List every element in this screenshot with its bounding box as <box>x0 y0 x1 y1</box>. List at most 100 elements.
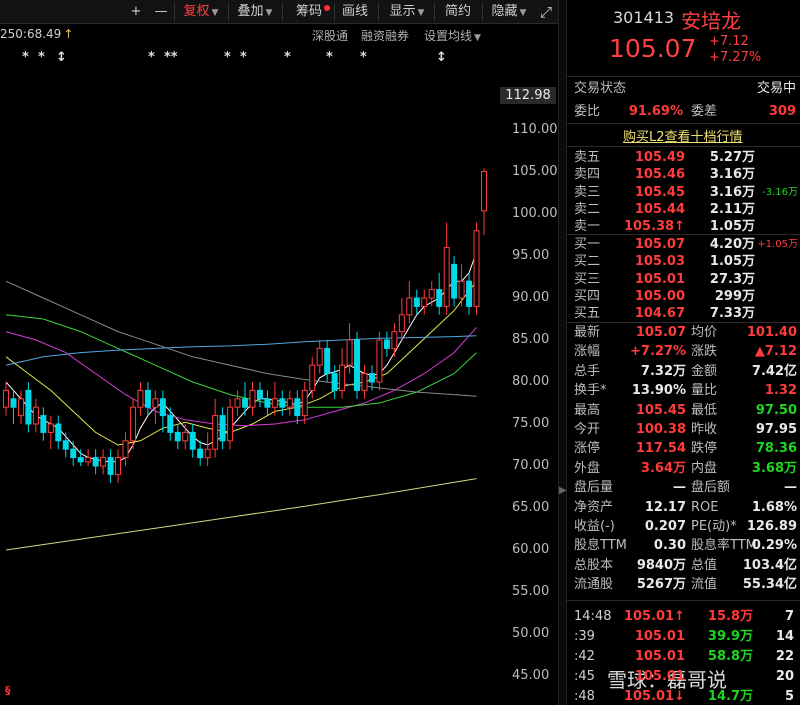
candle[interactable] <box>85 449 92 466</box>
candle[interactable] <box>249 382 256 416</box>
candle[interactable] <box>451 256 458 307</box>
candle[interactable] <box>219 407 226 450</box>
candle[interactable] <box>25 382 32 433</box>
candle[interactable] <box>301 382 308 424</box>
event-marker[interactable]: * <box>22 50 29 65</box>
candle[interactable] <box>122 432 129 466</box>
event-marker[interactable]: * <box>326 50 333 65</box>
jianyue-button[interactable]: 简约 <box>440 2 476 22</box>
candle[interactable] <box>473 222 480 315</box>
candle[interactable] <box>197 440 204 466</box>
candle[interactable] <box>398 298 405 340</box>
candle[interactable] <box>324 340 331 382</box>
candle[interactable] <box>436 272 443 315</box>
candle[interactable] <box>167 407 174 441</box>
sell-row[interactable]: 卖三 105.45 3.16万 -3.16万 <box>567 183 800 202</box>
panel-divider[interactable]: ▶ <box>558 0 567 705</box>
candle[interactable] <box>115 449 122 483</box>
candle[interactable] <box>62 432 69 458</box>
candle[interactable] <box>383 331 390 357</box>
sell-row[interactable]: 卖五 105.49 5.27万 <box>567 148 800 167</box>
tick-price: 105.01 <box>634 669 685 684</box>
candle[interactable] <box>264 390 271 416</box>
candle[interactable] <box>137 382 144 416</box>
event-marker[interactable]: ↕ <box>56 50 67 65</box>
candle[interactable] <box>286 390 293 416</box>
event-marker[interactable]: * <box>224 50 231 65</box>
sell-row[interactable]: 卖一 105.38↑ 1.05万 <box>567 217 800 236</box>
candle[interactable] <box>466 272 473 315</box>
candle[interactable] <box>204 432 211 466</box>
candle[interactable] <box>40 407 47 441</box>
candle[interactable] <box>152 390 159 424</box>
sell-row[interactable]: 卖四 105.46 3.16万 <box>567 165 800 184</box>
candle[interactable] <box>182 424 189 450</box>
candle[interactable] <box>174 424 181 450</box>
buy-row[interactable]: 买五 104.67 7.33万 <box>567 304 800 323</box>
link-rongzirongquan[interactable]: 融资融券 <box>361 27 409 44</box>
candle[interactable] <box>92 449 99 475</box>
candle[interactable] <box>32 398 39 433</box>
candle[interactable] <box>421 289 428 315</box>
candle[interactable] <box>391 323 398 357</box>
expand-icon[interactable]: ⤢ <box>536 2 556 22</box>
quote-panel: 301413 安培龙 105.07 +7.12 +7.27% 交易状态 交易中 … <box>567 0 800 705</box>
stock-name: 安培龙 <box>681 9 741 33</box>
candle[interactable] <box>361 365 368 399</box>
link-shezhijunxian[interactable]: 设置均线 ▼ <box>424 27 481 44</box>
candle[interactable] <box>458 264 465 307</box>
event-marker[interactable]: * <box>284 50 291 65</box>
huaxian-button[interactable]: 画线 <box>338 2 372 22</box>
candle[interactable] <box>413 289 420 315</box>
zoom-out-button[interactable]: — <box>150 2 172 22</box>
chouma-button[interactable]: 筹码 <box>288 2 330 22</box>
link-shengutong[interactable]: 深股通 <box>312 27 348 44</box>
buy-row[interactable]: 买一 105.07 4.20万 +1.05万 <box>567 235 800 254</box>
candle[interactable] <box>47 415 54 450</box>
candle[interactable] <box>17 390 24 424</box>
buy-row[interactable]: 买二 105.03 1.05万 <box>567 252 800 271</box>
candle[interactable] <box>256 382 263 408</box>
candle[interactable] <box>354 331 361 399</box>
candle[interactable] <box>279 390 286 416</box>
candle[interactable] <box>294 390 301 424</box>
candle[interactable] <box>406 281 413 324</box>
candle[interactable] <box>234 390 241 416</box>
sell-row[interactable]: 卖二 105.44 2.11万 <box>567 200 800 219</box>
candle[interactable] <box>316 340 323 374</box>
kline-chart[interactable] <box>0 25 560 705</box>
candle[interactable] <box>70 440 77 466</box>
event-marker[interactable]: * <box>148 50 155 65</box>
candle[interactable] <box>443 222 450 315</box>
candle[interactable] <box>100 449 107 475</box>
yincang-dropdown[interactable]: 隐藏 ▼ <box>486 2 532 22</box>
candle[interactable] <box>212 398 219 458</box>
event-marker[interactable]: ↕ <box>436 50 447 65</box>
candle[interactable] <box>10 390 17 424</box>
buy-row[interactable]: 买三 105.01 27.3万 <box>567 270 800 289</box>
candle[interactable] <box>339 348 346 399</box>
event-marker[interactable]: ** <box>164 50 178 65</box>
candle[interactable] <box>159 390 166 433</box>
zoom-in-button[interactable]: + <box>125 2 147 22</box>
candle[interactable] <box>331 365 338 399</box>
xianshi-dropdown[interactable]: 显示 ▼ <box>384 2 430 22</box>
l2-upgrade-link[interactable]: 购买L2查看十档行情 <box>623 126 743 145</box>
candle[interactable] <box>107 449 114 483</box>
candle[interactable] <box>3 382 9 416</box>
candle[interactable] <box>376 331 383 391</box>
diejia-dropdown[interactable]: 叠加 ▼ <box>232 2 278 22</box>
buy-row[interactable]: 买四 105.00 299万 <box>567 287 800 306</box>
candle[interactable] <box>144 382 151 416</box>
candle[interactable] <box>242 382 248 416</box>
event-marker[interactable]: * <box>240 50 247 65</box>
candle[interactable] <box>481 168 487 235</box>
candle[interactable] <box>189 424 196 458</box>
candle[interactable] <box>227 398 234 450</box>
collapse-arrow-icon[interactable]: ▶ <box>559 485 567 496</box>
candle[interactable] <box>271 382 278 416</box>
candle[interactable] <box>55 415 62 450</box>
event-marker[interactable]: * <box>360 50 367 65</box>
event-marker[interactable]: * <box>38 50 45 65</box>
fuquan-dropdown[interactable]: 复权 ▼ <box>178 2 224 22</box>
